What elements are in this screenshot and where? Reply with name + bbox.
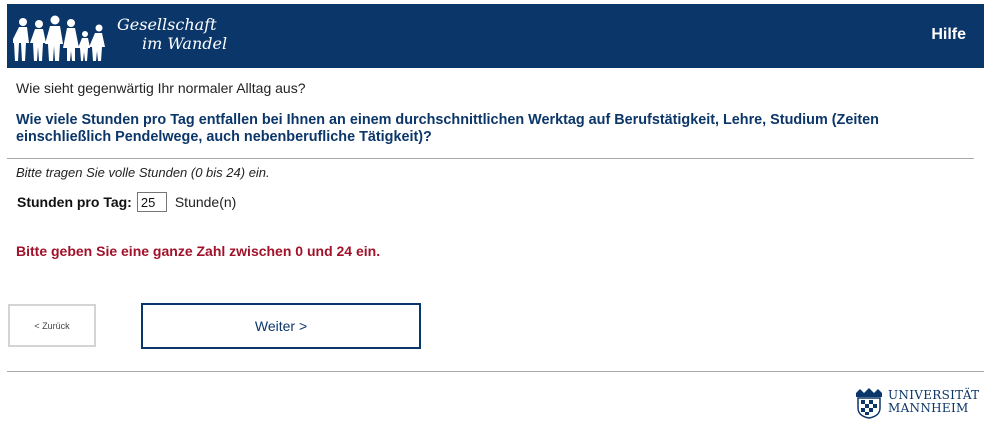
next-button[interactable]: Weiter > — [141, 303, 421, 349]
footer-divider — [7, 371, 984, 372]
hours-field-row: Stunden pro Tag: Stunde(n) — [17, 192, 236, 212]
instruction-text: Bitte tragen Sie volle Stunden (0 bis 24… — [16, 165, 270, 180]
hours-label: Stunden pro Tag: — [17, 194, 132, 210]
university-name-line-2: MANNHEIM — [888, 401, 969, 415]
hours-input[interactable] — [136, 192, 167, 212]
question-text: Wie viele Stunden pro Tag entfallen bei … — [16, 112, 879, 145]
help-link[interactable]: Hilfe — [931, 26, 966, 44]
people-silhouettes-logo — [13, 15, 105, 61]
intro-text: Wie sieht gegenwärtig Ihr normaler Allta… — [16, 80, 306, 96]
unit-label: Stunde(n) — [174, 194, 237, 210]
back-button[interactable]: < Zurück — [8, 304, 96, 347]
university-logo: UNIVERSITÄT MANNHEIM — [852, 385, 979, 419]
logo-line-1: Gesellschaft — [117, 15, 217, 34]
divider — [7, 158, 974, 159]
university-crest-icon — [856, 388, 882, 419]
logo-line-2: im Wandel — [142, 34, 228, 53]
error-message: Bitte geben Sie eine ganze Zahl zwischen… — [16, 243, 381, 259]
logo-text: Gesellschaft im Wandel — [117, 15, 227, 53]
header-bar: Gesellschaft im Wandel Hilfe — [7, 4, 984, 68]
university-name: UNIVERSITÄT MANNHEIM — [888, 389, 979, 415]
